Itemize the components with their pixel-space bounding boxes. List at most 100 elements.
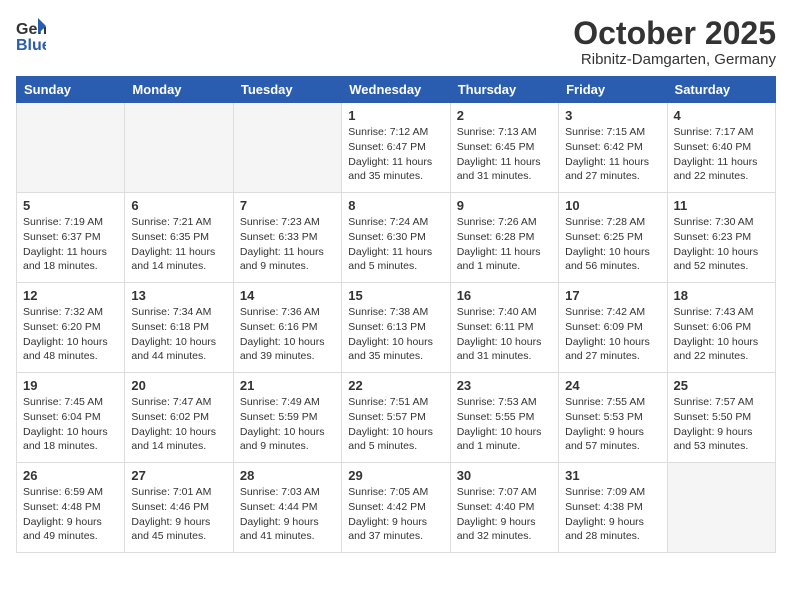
day-number: 21 [240, 378, 335, 393]
day-number: 17 [565, 288, 660, 303]
calendar-cell: 6 Sunrise: 7:21 AMSunset: 6:35 PMDaylight… [125, 193, 233, 283]
day-number: 15 [348, 288, 443, 303]
day-info: Sunrise: 7:51 AMSunset: 5:57 PMDaylight:… [348, 395, 443, 454]
day-number: 6 [131, 198, 226, 213]
calendar-cell: 10 Sunrise: 7:28 AMSunset: 6:25 PMDayligh… [559, 193, 667, 283]
day-info: Sunrise: 7:30 AMSunset: 6:23 PMDaylight:… [674, 215, 769, 274]
calendar-week-row: 19 Sunrise: 7:45 AMSunset: 6:04 PMDayligh… [17, 373, 776, 463]
calendar-cell: 11 Sunrise: 7:30 AMSunset: 6:23 PMDayligh… [667, 193, 775, 283]
day-info: Sunrise: 7:24 AMSunset: 6:30 PMDaylight:… [348, 215, 443, 274]
day-number: 22 [348, 378, 443, 393]
calendar-cell: 31 Sunrise: 7:09 AMSunset: 4:38 PMDayligh… [559, 463, 667, 553]
day-number: 11 [674, 198, 769, 213]
day-number: 25 [674, 378, 769, 393]
day-number: 29 [348, 468, 443, 483]
day-info: Sunrise: 7:42 AMSunset: 6:09 PMDaylight:… [565, 305, 660, 364]
calendar-title: October 2025 [573, 16, 776, 51]
calendar-week-row: 12 Sunrise: 7:32 AMSunset: 6:20 PMDayligh… [17, 283, 776, 373]
calendar-cell: 24Sunrise: 7:55 AMSunset: 5:53 PMDayligh… [559, 373, 667, 463]
day-info: Sunrise: 7:09 AMSunset: 4:38 PMDaylight:… [565, 485, 660, 544]
day-number: 31 [565, 468, 660, 483]
calendar-cell [667, 463, 775, 553]
calendar-cell: 4 Sunrise: 7:17 AMSunset: 6:40 PMDaylight… [667, 103, 775, 193]
day-info: Sunrise: 6:59 AMSunset: 4:48 PMDaylight:… [23, 485, 118, 544]
day-number: 3 [565, 108, 660, 123]
day-number: 4 [674, 108, 769, 123]
day-info: Sunrise: 7:01 AMSunset: 4:46 PMDaylight:… [131, 485, 226, 544]
day-number: 20 [131, 378, 226, 393]
day-info: Sunrise: 7:53 AMSunset: 5:55 PMDaylight:… [457, 395, 552, 454]
calendar-cell: 16 Sunrise: 7:40 AMSunset: 6:11 PMDayligh… [450, 283, 558, 373]
day-info: Sunrise: 7:21 AMSunset: 6:35 PMDaylight:… [131, 215, 226, 274]
day-number: 8 [348, 198, 443, 213]
day-info: Sunrise: 7:28 AMSunset: 6:25 PMDaylight:… [565, 215, 660, 274]
calendar-cell: 30 Sunrise: 7:07 AMSunset: 4:40 PMDayligh… [450, 463, 558, 553]
day-number: 30 [457, 468, 552, 483]
day-info: Sunrise: 7:38 AMSunset: 6:13 PMDaylight:… [348, 305, 443, 364]
header: General Blue October 2025 Ribnitz-Damgar… [16, 16, 776, 68]
day-number: 27 [131, 468, 226, 483]
calendar-cell: 29 Sunrise: 7:05 AMSunset: 4:42 PMDayligh… [342, 463, 450, 553]
day-info: Sunrise: 7:40 AMSunset: 6:11 PMDaylight:… [457, 305, 552, 364]
day-info: Sunrise: 7:07 AMSunset: 4:40 PMDaylight:… [457, 485, 552, 544]
calendar-cell: 1 Sunrise: 7:12 AMSunset: 6:47 PMDaylight… [342, 103, 450, 193]
weekday-header-sunday: Sunday [17, 77, 125, 103]
weekday-header-row: SundayMondayTuesdayWednesdayThursdayFrid… [17, 77, 776, 103]
day-info: Sunrise: 7:19 AMSunset: 6:37 PMDaylight:… [23, 215, 118, 274]
day-info: Sunrise: 7:05 AMSunset: 4:42 PMDaylight:… [348, 485, 443, 544]
day-number: 24 [565, 378, 660, 393]
weekday-header-saturday: Saturday [667, 77, 775, 103]
calendar-cell: 9 Sunrise: 7:26 AMSunset: 6:28 PMDaylight… [450, 193, 558, 283]
day-info: Sunrise: 7:26 AMSunset: 6:28 PMDaylight:… [457, 215, 552, 274]
calendar-cell: 5Sunrise: 7:19 AMSunset: 6:37 PMDaylight… [17, 193, 125, 283]
day-info: Sunrise: 7:17 AMSunset: 6:40 PMDaylight:… [674, 125, 769, 184]
calendar-cell: 18Sunrise: 7:43 AMSunset: 6:06 PMDayligh… [667, 283, 775, 373]
day-number: 9 [457, 198, 552, 213]
calendar-week-row: 26 Sunrise: 6:59 AMSunset: 4:48 PMDayligh… [17, 463, 776, 553]
calendar-week-row: 5Sunrise: 7:19 AMSunset: 6:37 PMDaylight… [17, 193, 776, 283]
day-number: 7 [240, 198, 335, 213]
weekday-header-tuesday: Tuesday [233, 77, 341, 103]
calendar-cell: 25Sunrise: 7:57 AMSunset: 5:50 PMDayligh… [667, 373, 775, 463]
weekday-header-friday: Friday [559, 77, 667, 103]
calendar-cell: 14 Sunrise: 7:36 AMSunset: 6:16 PMDayligh… [233, 283, 341, 373]
day-number: 13 [131, 288, 226, 303]
day-info: Sunrise: 7:15 AMSunset: 6:42 PMDaylight:… [565, 125, 660, 184]
day-number: 18 [674, 288, 769, 303]
day-info: Sunrise: 7:12 AMSunset: 6:47 PMDaylight:… [348, 125, 443, 184]
day-number: 14 [240, 288, 335, 303]
calendar-cell: 21 Sunrise: 7:49 AMSunset: 5:59 PMDayligh… [233, 373, 341, 463]
calendar-cell: 3 Sunrise: 7:15 AMSunset: 6:42 PMDaylight… [559, 103, 667, 193]
day-info: Sunrise: 7:45 AMSunset: 6:04 PMDaylight:… [23, 395, 118, 454]
day-info: Sunrise: 7:36 AMSunset: 6:16 PMDaylight:… [240, 305, 335, 364]
day-number: 16 [457, 288, 552, 303]
day-number: 2 [457, 108, 552, 123]
day-number: 1 [348, 108, 443, 123]
calendar-cell: 20Sunrise: 7:47 AMSunset: 6:02 PMDayligh… [125, 373, 233, 463]
calendar-cell [233, 103, 341, 193]
calendar-cell: 17 Sunrise: 7:42 AMSunset: 6:09 PMDayligh… [559, 283, 667, 373]
calendar-cell: 27 Sunrise: 7:01 AMSunset: 4:46 PMDayligh… [125, 463, 233, 553]
title-area: October 2025 Ribnitz-Damgarten, Germany [573, 16, 776, 68]
day-info: Sunrise: 7:03 AMSunset: 4:44 PMDaylight:… [240, 485, 335, 544]
day-number: 26 [23, 468, 118, 483]
day-info: Sunrise: 7:13 AMSunset: 6:45 PMDaylight:… [457, 125, 552, 184]
calendar-cell: 23 Sunrise: 7:53 AMSunset: 5:55 PMDayligh… [450, 373, 558, 463]
day-number: 23 [457, 378, 552, 393]
weekday-header-wednesday: Wednesday [342, 77, 450, 103]
calendar-cell: 28Sunrise: 7:03 AMSunset: 4:44 PMDayligh… [233, 463, 341, 553]
day-number: 10 [565, 198, 660, 213]
calendar-cell: 2 Sunrise: 7:13 AMSunset: 6:45 PMDaylight… [450, 103, 558, 193]
calendar-cell [17, 103, 125, 193]
day-info: Sunrise: 7:32 AMSunset: 6:20 PMDaylight:… [23, 305, 118, 364]
day-info: Sunrise: 7:23 AMSunset: 6:33 PMDaylight:… [240, 215, 335, 274]
calendar-cell: 12 Sunrise: 7:32 AMSunset: 6:20 PMDayligh… [17, 283, 125, 373]
calendar-cell: 22 Sunrise: 7:51 AMSunset: 5:57 PMDayligh… [342, 373, 450, 463]
calendar-cell: 19 Sunrise: 7:45 AMSunset: 6:04 PMDayligh… [17, 373, 125, 463]
day-number: 12 [23, 288, 118, 303]
svg-text:Blue: Blue [16, 37, 46, 54]
day-number: 19 [23, 378, 118, 393]
calendar-cell: 26 Sunrise: 6:59 AMSunset: 4:48 PMDayligh… [17, 463, 125, 553]
day-info: Sunrise: 7:34 AMSunset: 6:18 PMDaylight:… [131, 305, 226, 364]
day-info: Sunrise: 7:49 AMSunset: 5:59 PMDaylight:… [240, 395, 335, 454]
